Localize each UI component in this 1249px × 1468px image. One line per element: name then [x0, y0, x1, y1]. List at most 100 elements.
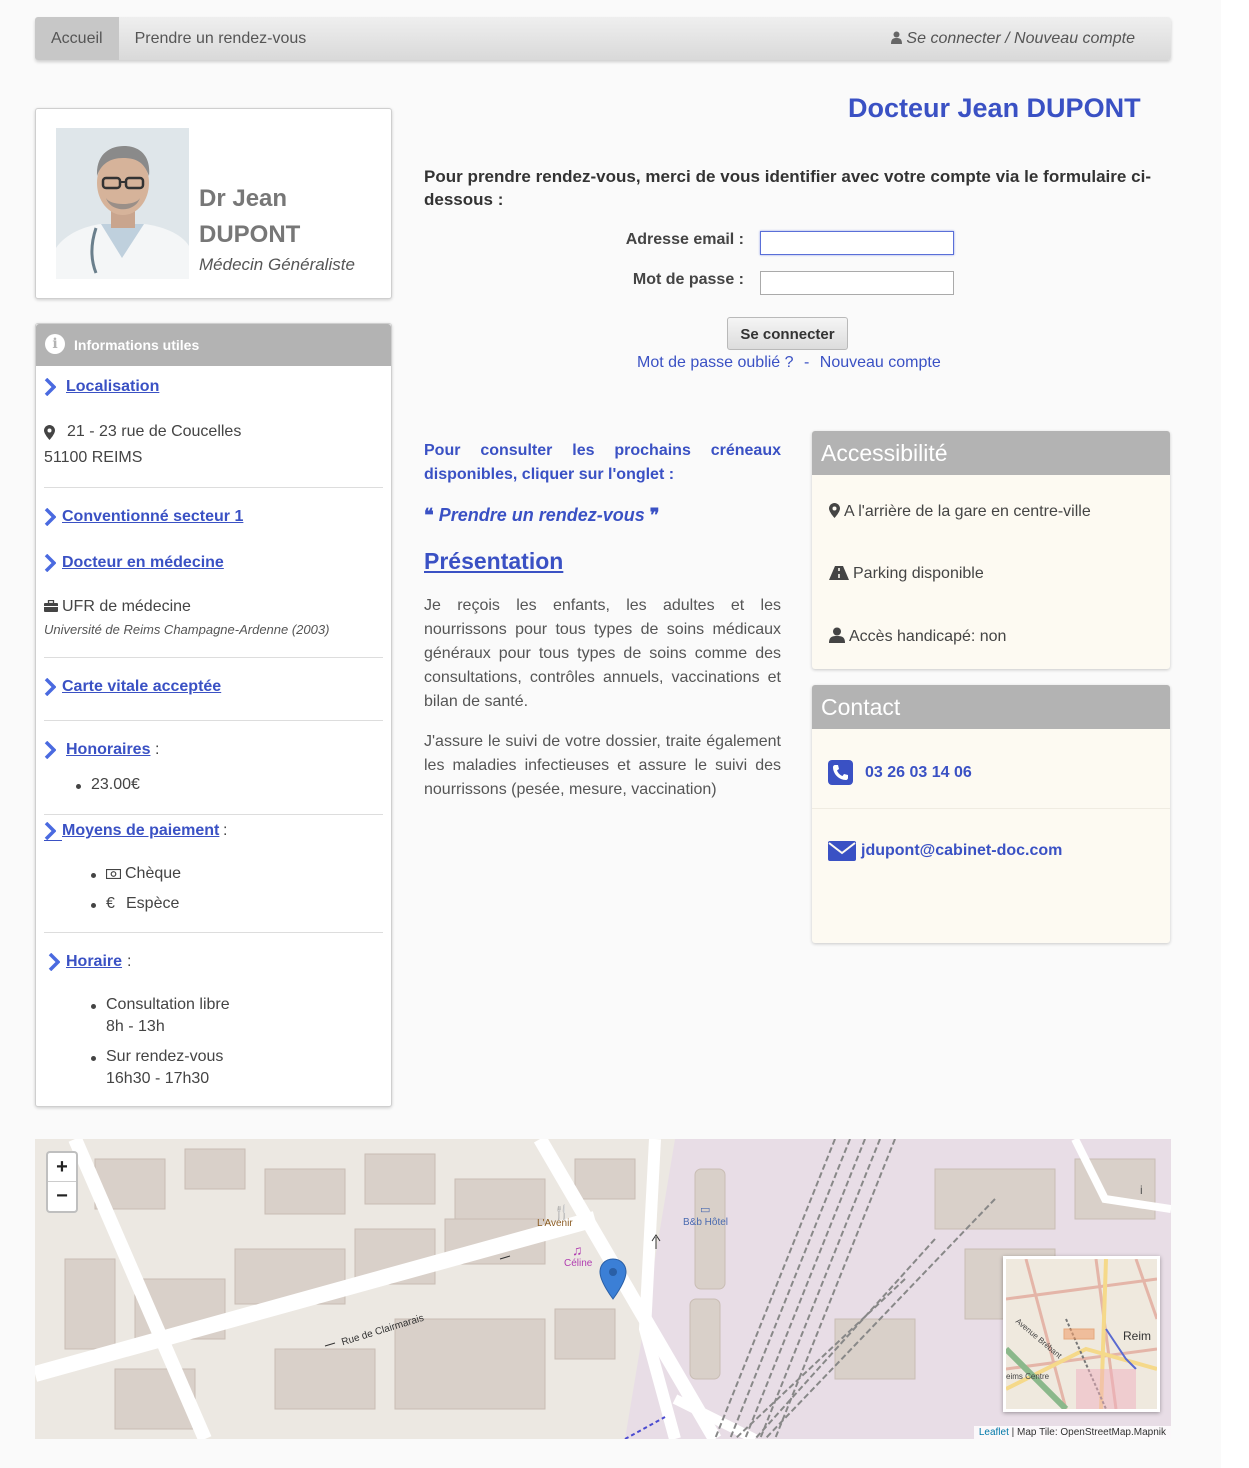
zoom-in-button[interactable]: + [48, 1153, 76, 1182]
fees-link[interactable]: Honoraires [66, 741, 150, 759]
password-label: Mot de passe : [632, 271, 744, 288]
chevron-right-icon [44, 554, 56, 572]
leaflet-link[interactable]: Leaflet [979, 1427, 1009, 1438]
doctor-degree-link[interactable]: Docteur en médecine [62, 554, 224, 572]
zoom-out-button[interactable]: − [48, 1182, 76, 1211]
doctor-photo [56, 128, 189, 279]
nav-login-label: Se connecter / Nouveau compte [906, 30, 1135, 47]
poi-hotel: B&b Hôtel [683, 1217, 729, 1228]
nav-home[interactable]: Accueil [35, 17, 119, 60]
doctor-name: Dr Jean DUPONT [199, 181, 300, 253]
attribution-text: | Map Tile: OpenStreetMap.Mapnik [1011, 1427, 1166, 1438]
login-button[interactable]: Se connecter [727, 317, 848, 350]
user-icon [829, 627, 845, 643]
page-title: Docteur Jean DUPONT [848, 93, 1141, 123]
poi-shop: Céline [564, 1258, 593, 1269]
envelope-icon [828, 841, 856, 861]
doctor-name-line1: Dr Jean [199, 185, 288, 212]
minimap[interactable]: Reim Avenue Brébant eims Centre [1003, 1256, 1160, 1412]
form-links: Mot de passe oublié ? - Nouveau compte [637, 354, 941, 372]
map-attribution: Leaflet | Map Tile: OpenStreetMap.Mapnik [973, 1426, 1171, 1439]
divider [812, 808, 1170, 809]
accessibility-handicap: Accès handicapé: non [829, 627, 1006, 646]
address-line2: 51100 REIMS [44, 449, 143, 466]
payment-cheque: Chèque [125, 865, 182, 882]
hours-colon: : [127, 953, 132, 970]
map-zoom-control: + − [46, 1151, 78, 1213]
top-navbar: Accueil Prendre un rendez-vous Se connec… [35, 17, 1171, 60]
chevron-right-icon [44, 508, 56, 526]
accessibility-location-text: A l'arrière de la gare en centre-ville [844, 503, 1091, 520]
carte-vitale-link[interactable]: Carte vitale acceptée [62, 678, 221, 696]
payment-cash: Espèce [126, 895, 180, 912]
money-icon [106, 869, 121, 879]
school-name: UFR de médecine [62, 598, 191, 615]
euro-icon: € [106, 895, 115, 912]
chevron-right-icon [44, 741, 56, 759]
payment-colon: : [223, 822, 228, 839]
fees-colon: : [155, 741, 160, 758]
svg-text:♫: ♫ [572, 1242, 583, 1258]
fee-value: 23.00€ [91, 776, 140, 793]
forgot-password-link[interactable]: Mot de passe oublié ? [637, 354, 794, 371]
info-panel-title: Informations utiles [74, 337, 200, 353]
map-marker-icon [44, 425, 55, 440]
accessibility-location: A l'arrière de la gare en centre-ville [829, 503, 1091, 521]
chevron-right-icon [48, 953, 60, 971]
accessibility-handicap-text: Accès handicapé: non [849, 628, 1007, 645]
contact-title: Contact [812, 685, 1170, 729]
svg-text:i: i [1140, 1183, 1143, 1197]
divider [44, 814, 383, 815]
contact-email[interactable]: jdupont@cabinet-doc.com [861, 842, 1062, 860]
login-intro: Pour prendre rendez-vous, merci de vous … [424, 167, 1151, 209]
divider [44, 657, 383, 658]
accessibility-title: Accessibilité [812, 431, 1170, 475]
bullet [91, 903, 96, 908]
road-icon [829, 566, 849, 580]
presentation-paragraph: J'assure le suivi de votre dossier, trai… [424, 733, 781, 798]
accessibility-parking-text: Parking disponible [853, 565, 984, 582]
email-field[interactable] [760, 231, 954, 255]
hours-free-time: 8h - 13h [106, 1018, 165, 1035]
password-field[interactable] [760, 271, 954, 295]
location-map[interactable]: 🍴 ♫ ▭ i Rue de Clairmarais L'Avenir Céli… [35, 1139, 1171, 1439]
email-label: Adresse email : [625, 231, 744, 248]
localisation-link[interactable]: Localisation [66, 378, 159, 396]
divider [44, 932, 383, 933]
appointment-quote-link[interactable]: ❝ Prendre un rendez-vous ❞ [424, 505, 659, 526]
presentation-title: Présentation [424, 548, 564, 574]
divider [44, 720, 383, 721]
chevron-right-icon [44, 378, 56, 396]
presentation-paragraph: Je reçois les enfants, les adultes et le… [424, 597, 781, 710]
link-separator: - [804, 354, 810, 371]
bullet [91, 1004, 96, 1009]
bullet [91, 873, 96, 878]
consult-text: Pour consulter les prochains créneaux di… [424, 442, 781, 483]
poi-restaurant: L'Avenir [537, 1218, 573, 1229]
quote-right-icon: ❞ [649, 505, 660, 526]
nav-login-link[interactable]: Se connecter / Nouveau compte [891, 17, 1135, 60]
hours-rdv: Sur rendez-vous [106, 1048, 224, 1065]
hours-link[interactable]: Horaire [66, 953, 122, 971]
new-account-link[interactable]: Nouveau compte [820, 354, 941, 371]
info-panel: i Informations utiles Localisation 21 - … [35, 323, 392, 1107]
accessibility-parking: Parking disponible [829, 565, 984, 583]
quote-left-icon: ❝ [424, 505, 434, 526]
convention-link[interactable]: Conventionné secteur 1 [62, 508, 243, 526]
link-underline [44, 840, 62, 841]
contact-phone[interactable]: 03 26 03 14 06 [865, 764, 972, 782]
appointment-quote-label: Prendre un rendez-vous [438, 505, 645, 525]
info-panel-header: i Informations utiles [36, 324, 391, 366]
accessibility-panel: Accessibilité A l'arrière de la gare en … [812, 431, 1170, 669]
info-icon: i [45, 334, 65, 354]
contact-panel: Contact 03 26 03 14 06 jdupont@cabinet-d… [812, 685, 1170, 943]
phone-icon [828, 760, 853, 785]
minimap-station-label: eims Centre [1006, 1372, 1050, 1381]
payment-link[interactable]: Moyens de paiement [62, 822, 219, 840]
map-marker-icon [829, 503, 840, 518]
chevron-right-icon [44, 678, 56, 696]
address-line1: 21 - 23 rue de Coucelles [67, 423, 242, 440]
map-tiles: 🍴 ♫ ▭ i [35, 1139, 1171, 1439]
doctor-name-line2: DUPONT [199, 221, 301, 248]
nav-appointment[interactable]: Prendre un rendez-vous [119, 17, 323, 60]
